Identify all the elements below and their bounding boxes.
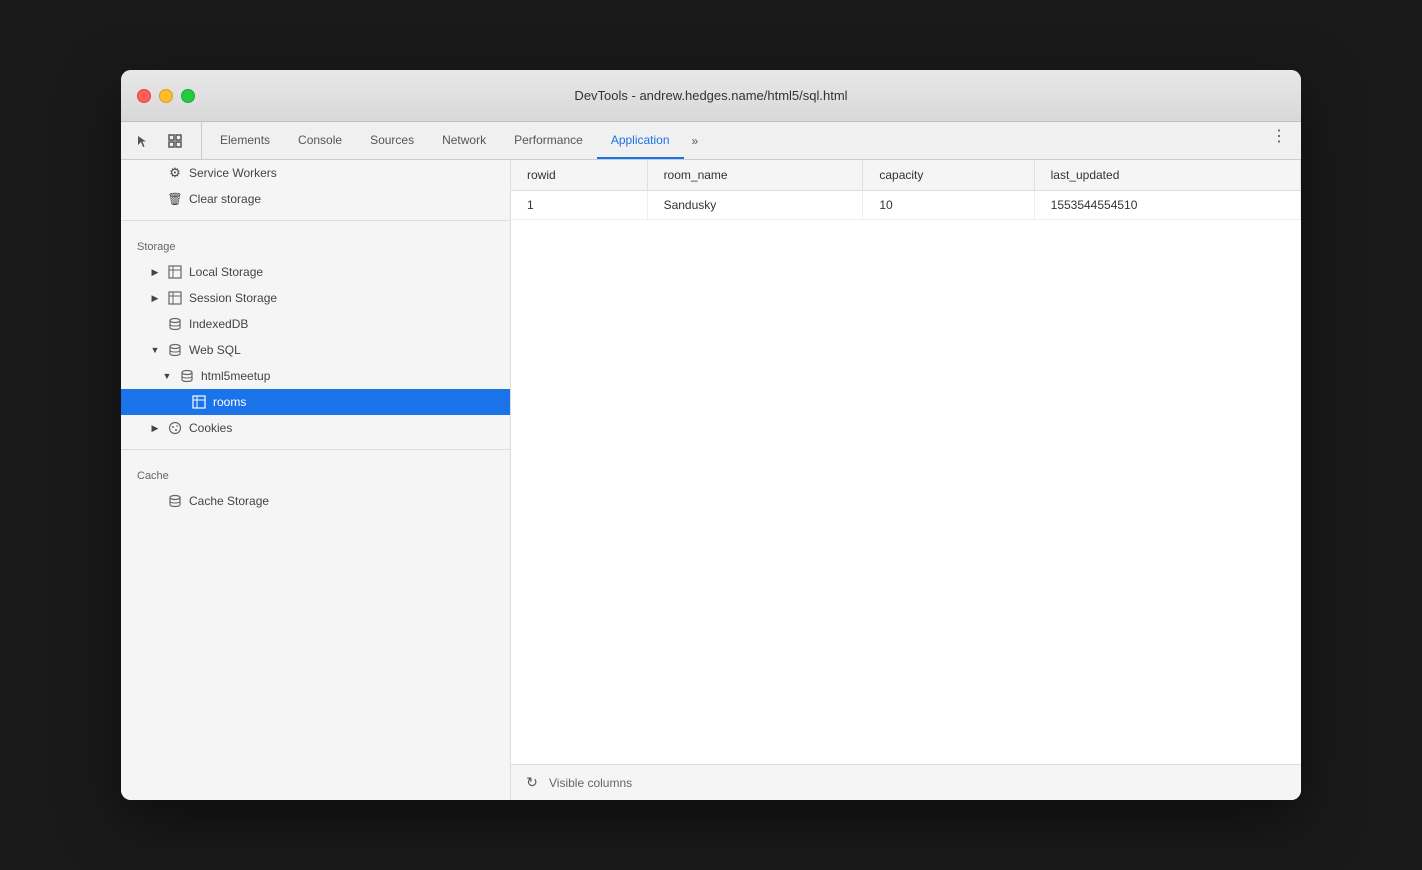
sidebar: Service Workers Clear storage Storage ▶ (121, 160, 511, 800)
col-header-capacity: capacity (863, 160, 1034, 191)
arrow-spacer (149, 193, 161, 205)
trash-icon (167, 191, 183, 207)
sidebar-item-cookies[interactable]: ▶ Cookies (121, 415, 510, 441)
sidebar-item-label: Web SQL (189, 343, 494, 357)
tab-more-button[interactable]: » (684, 122, 707, 159)
inspector-icon[interactable] (161, 127, 189, 155)
table-icon (167, 290, 183, 306)
col-header-rowid: rowid (511, 160, 647, 191)
sidebar-item-label: Cache Storage (189, 494, 494, 508)
table-header: rowid room_name capacity last_updated (511, 160, 1301, 191)
visible-columns-text: Visible columns (549, 776, 632, 790)
db-icon (167, 493, 183, 509)
col-header-room-name: room_name (647, 160, 863, 191)
sidebar-item-clear-storage[interactable]: Clear storage (121, 186, 510, 212)
arrow-down-icon: ▼ (149, 344, 161, 356)
tab-menu-button[interactable]: ⋮ (1265, 122, 1293, 150)
table-icon (191, 394, 207, 410)
tab-application[interactable]: Application (597, 122, 684, 159)
tab-performance[interactable]: Performance (500, 122, 597, 159)
cell-rowid: 1 (511, 191, 647, 220)
window-title: DevTools - andrew.hedges.name/html5/sql.… (574, 88, 847, 103)
bottom-bar: ↻ Visible columns (511, 764, 1301, 800)
sidebar-item-label: html5meetup (201, 369, 494, 383)
main-content: Service Workers Clear storage Storage ▶ (121, 160, 1301, 800)
arrow-spacer (173, 396, 185, 408)
sidebar-item-label: Clear storage (189, 192, 494, 206)
gear-icon (167, 165, 183, 181)
cookie-icon (167, 420, 183, 436)
arrow-spacer (149, 318, 161, 330)
close-button[interactable] (137, 89, 151, 103)
tab-elements[interactable]: Elements (206, 122, 284, 159)
traffic-lights (137, 89, 195, 103)
refresh-icon[interactable]: ↻ (523, 774, 541, 792)
cell-capacity: 10 (863, 191, 1034, 220)
panel: rowid room_name capacity last_updated 1 … (511, 160, 1301, 800)
sidebar-item-websql[interactable]: ▼ Web SQL (121, 337, 510, 363)
sidebar-item-html5meetup[interactable]: ▼ html5meetup (121, 363, 510, 389)
tabbar: Elements Console Sources Network Perform… (121, 122, 1301, 160)
sidebar-item-label: rooms (213, 395, 494, 409)
data-table: rowid room_name capacity last_updated 1 … (511, 160, 1301, 764)
col-header-last-updated: last_updated (1034, 160, 1300, 191)
devtools-window: DevTools - andrew.hedges.name/html5/sql.… (121, 70, 1301, 800)
sidebar-item-label: Cookies (189, 421, 494, 435)
table: rowid room_name capacity last_updated 1 … (511, 160, 1301, 220)
arrow-right-icon: ▶ (149, 422, 161, 434)
sidebar-item-label: IndexedDB (189, 317, 494, 331)
maximize-button[interactable] (181, 89, 195, 103)
sidebar-item-service-workers[interactable]: Service Workers (121, 160, 510, 186)
arrow-spacer (149, 495, 161, 507)
sidebar-item-label: Local Storage (189, 265, 494, 279)
cache-section-label: Cache (121, 458, 510, 488)
sidebar-item-session-storage[interactable]: ▶ Session Storage (121, 285, 510, 311)
cell-last-updated: 1553544554510 (1034, 191, 1300, 220)
sidebar-item-cache-storage[interactable]: Cache Storage (121, 488, 510, 514)
arrow-icon (149, 167, 161, 179)
db-icon (167, 342, 183, 358)
cursor-icon[interactable] (129, 127, 157, 155)
sidebar-item-label: Service Workers (189, 166, 494, 180)
arrow-right-icon: ▶ (149, 266, 161, 278)
sidebar-item-rooms[interactable]: rooms (121, 389, 510, 415)
tab-console[interactable]: Console (284, 122, 356, 159)
table-row[interactable]: 1 Sandusky 10 1553544554510 (511, 191, 1301, 220)
arrow-right-icon: ▶ (149, 292, 161, 304)
table-icon (167, 264, 183, 280)
sidebar-item-indexeddb[interactable]: IndexedDB (121, 311, 510, 337)
storage-section-label: Storage (121, 229, 510, 259)
sidebar-item-local-storage[interactable]: ▶ Local Storage (121, 259, 510, 285)
tab-network[interactable]: Network (428, 122, 500, 159)
tab-sources[interactable]: Sources (356, 122, 428, 159)
arrow-down-icon: ▼ (161, 370, 173, 382)
table-body: 1 Sandusky 10 1553544554510 (511, 191, 1301, 220)
db-icon (167, 316, 183, 332)
sidebar-item-label: Session Storage (189, 291, 494, 305)
db-icon (179, 368, 195, 384)
sidebar-divider (121, 220, 510, 221)
titlebar: DevTools - andrew.hedges.name/html5/sql.… (121, 70, 1301, 122)
minimize-button[interactable] (159, 89, 173, 103)
tab-icon-group (129, 122, 202, 159)
sidebar-divider-2 (121, 449, 510, 450)
cell-room-name: Sandusky (647, 191, 863, 220)
